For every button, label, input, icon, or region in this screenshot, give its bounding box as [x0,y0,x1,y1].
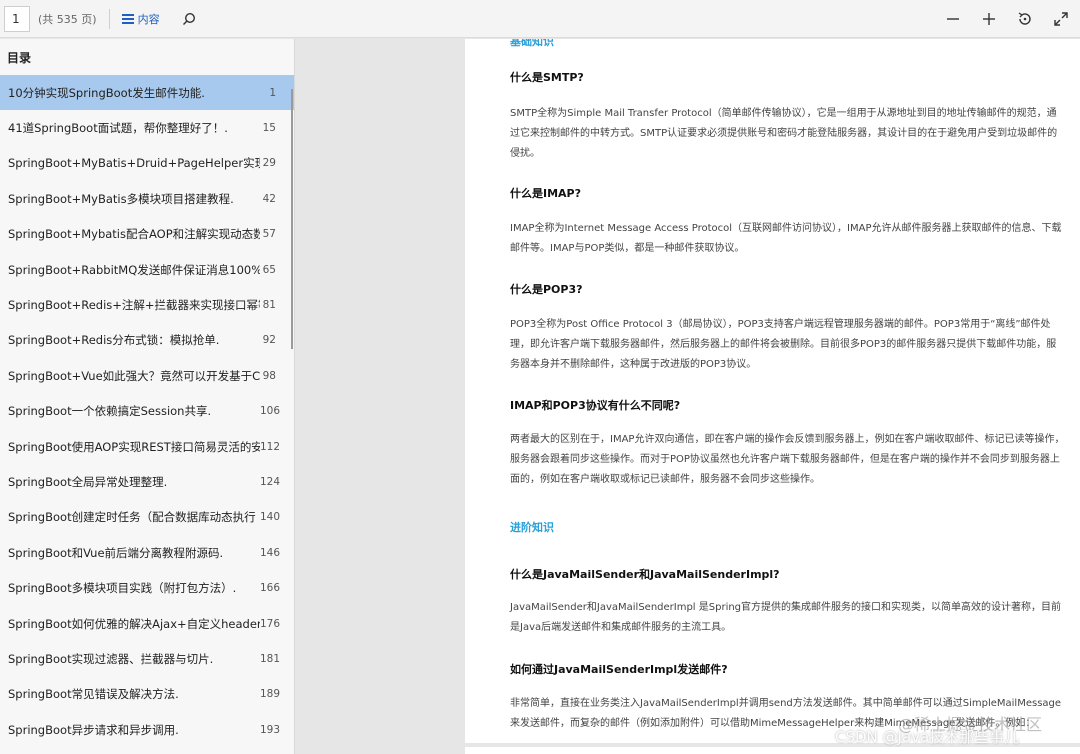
toc-item-label: SpringBoot+MyBatis+Druid+PageHelper实现多数 [8,156,260,171]
toc-item-page: 181 [260,652,281,665]
toc-item-label: SpringBoot创建定时任务（配合数据库动态执行 [8,510,256,525]
question-heading: 什么是JavaMailSender和JavaMailSenderImpl? [510,568,780,581]
toc-item-page: 193 [260,723,281,736]
toc-item-label: SpringBoot+Redis+注解+拦截器来实现接口幂等性 [8,298,260,313]
toc-item-page: 1 [269,86,276,99]
paragraph: SMTP全称为Simple Mail Transfer Protocol（简单邮… [510,108,1058,159]
toc-item-label: SpringBoot和Vue前后端分离教程附源码. [8,545,224,560]
toc-item[interactable]: SpringBoot+MyBatis+Druid+PageHelper实现多数2… [0,146,294,181]
toc-item[interactable]: SpringBoot创建定时任务（配合数据库动态执行 140 [0,500,294,535]
question-heading: 如何通过JavaMailSenderImpl发送邮件? [510,663,728,676]
toc-item[interactable]: SpringBoot一个依赖搞定Session共享. 106 [0,394,294,429]
toc-item[interactable]: SpringBoot+Redis分布式锁：模拟抢单. 92 [0,323,294,358]
toc-item[interactable]: SpringBoot使用AOP实现REST接口简易灵活的安 112 [0,429,294,464]
toc-item-label: SpringBoot全局异常处理整理. [8,474,168,489]
paragraph: JavaMailSender和JavaMailSenderImpl 是Sprin… [510,602,1062,633]
fullscreen-icon[interactable] [1052,10,1070,28]
toc-item-page: 42 [262,192,276,205]
page-total: (共 535 页) [38,12,97,26]
rotate-icon[interactable] [1016,10,1034,28]
toc-title: 目录 [7,50,32,65]
question-heading: 什么是POP3? [510,283,583,296]
toc-item-label: SpringBoot一个依赖搞定Session共享. [8,404,212,419]
question-heading: 什么是IMAP? [510,187,581,200]
toc-item-page: 92 [262,334,276,347]
page-number-input[interactable]: 1 [4,5,30,32]
toc-item[interactable]: SpringBoot和Vue前后端分离教程附源码. 146 [0,535,294,570]
toc-list: 10分钟实现SpringBoot发生邮件功能. 1 41道SpringBoot面试… [0,75,294,747]
toc-button-label: 内容 [137,12,160,26]
toc-item[interactable]: SpringBoot实现过滤器、拦截器与切片. 181 [0,641,294,676]
toc-item-page: 166 [260,582,281,595]
toc-item[interactable]: SpringBoot+MyBatis多模块项目搭建教程. 42 [0,181,294,216]
toc-item-page: 146 [260,546,281,559]
toc-item-label: SpringBoot+MyBatis多模块项目搭建教程. [8,191,234,206]
toc-item[interactable]: SpringBoot+Redis+注解+拦截器来实现接口幂等性 81 [0,287,294,322]
paragraph: 两者最大的区别在于，IMAP允许双向通信，即在客户端的操作会反馈到服务器上，例如… [510,434,1065,485]
toc-item-page: 81 [262,299,276,312]
toc-sidebar: 目录 10分钟实现SpringBoot发生邮件功能. 1 41道SpringBoo… [0,39,295,754]
list-icon [121,13,134,24]
toc-item-label: SpringBoot+Vue如此强大？竟然可以开发基于CS [8,368,260,383]
sidebar-scrollbar[interactable] [291,89,293,349]
watermark-csdn: CSDN @Java技术那些事儿 [835,728,1020,746]
toc-item[interactable]: 10分钟实现SpringBoot发生邮件功能. 1 [0,75,294,111]
section-heading: 进阶知识 [510,521,554,534]
toolbar-divider [108,8,110,29]
toc-item[interactable]: SpringBoot+Mybatis配合AOP和注解实现动态数据 57 [0,217,294,252]
question-heading: IMAP和POP3协议有什么不同呢? [510,399,681,412]
zoom-out-icon[interactable] [944,10,962,28]
toc-item-page: 15 [262,122,276,135]
toc-item-label: SpringBoot实现过滤器、拦截器与切片. [8,651,214,666]
toolbar: 1 (共 535 页) 内容 [0,0,1080,38]
toc-item-page: 98 [262,369,276,382]
toc-item[interactable]: SpringBoot常见错误及解决方法. 189 [0,677,294,712]
document-page: 基础知识 什么是SMTP? SMTP全称为Simple Mail Transfe… [465,39,1080,743]
toc-item-label: SpringBoot+RabbitMQ发送邮件保证消息100%投 [8,262,260,277]
toc-item-page: 106 [260,405,281,418]
toc-item-label: SpringBoot异步请求和异步调用. [8,722,179,737]
toc-item-page: 140 [260,511,281,524]
toc-item-page: 124 [260,475,281,488]
clipped-section-heading: 基础知识 [510,39,554,48]
paragraph: POP3全称为Post Office Protocol 3（邮局协议），POP3… [510,319,1057,370]
toc-item[interactable]: SpringBoot多模块项目实践（附打包方法）. 166 [0,570,294,605]
toc-item-label: SpringBoot如何优雅的解决Ajax+自定义headers [8,616,260,631]
toc-item-label: SpringBoot多模块项目实践（附打包方法）. [8,581,237,596]
toc-item[interactable]: 41道SpringBoot面试题，帮你整理好了！. 15 [0,110,294,145]
toc-item-label: SpringBoot+Mybatis配合AOP和注解实现动态数据 [8,227,260,242]
toc-item-label: SpringBoot+Redis分布式锁：模拟抢单. [8,333,220,348]
toc-item[interactable]: SpringBoot全局异常处理整理. 124 [0,464,294,499]
question-heading: 什么是SMTP? [510,71,584,84]
toc-item[interactable]: SpringBoot+Vue如此强大？竟然可以开发基于CS 98 [0,358,294,393]
zoom-in-icon[interactable] [980,10,998,28]
next-document-page [465,747,1080,754]
toc-item-label: SpringBoot常见错误及解决方法. [8,687,179,702]
toc-item[interactable]: SpringBoot异步请求和异步调用. 193 [0,712,294,747]
toc-item[interactable]: SpringBoot+RabbitMQ发送邮件保证消息100%投 65 [0,252,294,287]
toc-item-label: 41道SpringBoot面试题，帮你整理好了！. [8,121,228,136]
toc-item[interactable]: SpringBoot如何优雅的解决Ajax+自定义headers 176 [0,606,294,641]
toc-item-label: 10分钟实现SpringBoot发生邮件功能. [8,85,205,100]
toc-item-page: 29 [262,157,276,170]
toc-item-page: 189 [260,688,281,701]
search-icon[interactable] [180,10,198,28]
toc-button[interactable]: 内容 [121,11,160,27]
paragraph: IMAP全称为Internet Message Access Protocol（… [510,223,1062,254]
toc-item-page: 65 [262,263,276,276]
toc-item-page: 57 [262,228,276,241]
toc-item-page: 112 [260,440,281,453]
toc-item-page: 176 [260,617,281,630]
toc-item-label: SpringBoot使用AOP实现REST接口简易灵活的安 [8,439,260,454]
